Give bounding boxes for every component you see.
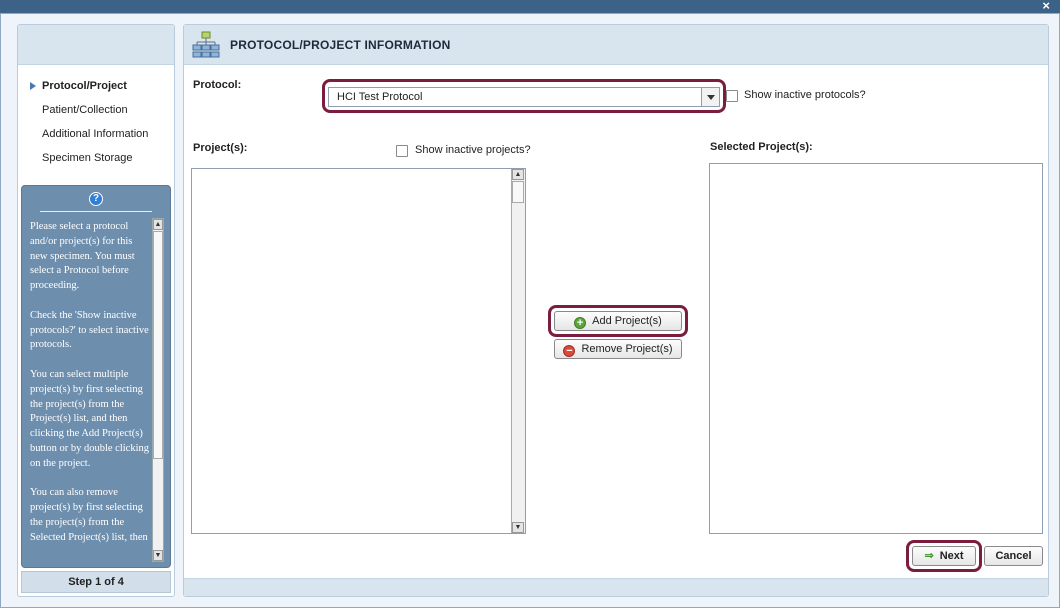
step-list: Protocol/Project Patient/Collection Addi… [18, 65, 174, 175]
chevron-down-icon[interactable] [701, 88, 719, 106]
protocol-select[interactable]: HCI Test Protocol [328, 87, 720, 107]
step-patient-collection[interactable]: Patient/Collection [28, 103, 174, 127]
step-specimen-storage[interactable]: Specimen Storage [28, 151, 174, 175]
scroll-down-icon[interactable]: ▼ [153, 550, 163, 561]
remove-projects-button[interactable]: − Remove Project(s) [554, 339, 682, 359]
show-inactive-projects-label: Show inactive projects? [415, 144, 531, 156]
scroll-up-icon[interactable]: ▲ [153, 219, 163, 230]
add-icon: + [574, 317, 587, 329]
page-title: PROTOCOL/PROJECT INFORMATION [230, 38, 451, 52]
help-scrollbar[interactable]: ▲ ▼ [152, 218, 164, 562]
sidebar-header [18, 25, 174, 65]
next-button[interactable]: ⇒ Next [912, 546, 976, 566]
show-inactive-protocols-checkbox[interactable] [726, 90, 738, 102]
scroll-up-icon[interactable]: ▲ [512, 169, 524, 180]
scrollbar-thumb[interactable] [153, 231, 163, 459]
help-panel: ? Please select a protocol and/or projec… [21, 185, 171, 568]
selected-projects-list[interactable] [709, 163, 1043, 534]
wizard-window: Protocol/Project Patient/Collection Addi… [0, 13, 1060, 608]
protocol-select-value: HCI Test Protocol [337, 91, 423, 103]
main-panel: PROTOCOL/PROJECT INFORMATION Protocol: H… [183, 24, 1049, 597]
show-inactive-protocols-label: Show inactive protocols? [744, 89, 866, 101]
step-additional-information[interactable]: Additional Information [28, 127, 174, 151]
scroll-down-icon[interactable]: ▼ [512, 522, 524, 533]
help-icon: ? [89, 192, 103, 206]
remove-icon: − [563, 345, 576, 357]
help-paragraph: You can also remove project(s) by first … [30, 487, 148, 543]
add-projects-button[interactable]: + Add Project(s) [554, 311, 682, 331]
next-label: Next [939, 550, 964, 562]
window-titlebar: × [0, 0, 1060, 13]
protocol-label: Protocol: [193, 79, 242, 91]
selected-projects-label: Selected Project(s): [710, 141, 813, 153]
add-projects-label: Add Project(s) [592, 315, 662, 327]
main-footer [184, 578, 1048, 596]
projects-label: Project(s): [193, 142, 248, 154]
help-text: Please select a protocol and/or project(… [30, 220, 150, 562]
show-inactive-projects-checkbox[interactable] [396, 145, 408, 157]
hierarchy-icon [192, 31, 220, 58]
projects-list-scrollbar[interactable]: ▲ ▼ [511, 169, 525, 533]
close-icon[interactable]: × [1042, 0, 1050, 13]
remove-projects-label: Remove Project(s) [581, 343, 673, 355]
help-paragraph: You can select multiple project(s) by fi… [30, 368, 149, 469]
wizard-sidebar: Protocol/Project Patient/Collection Addi… [17, 24, 175, 597]
step-indicator: Step 1 of 4 [21, 571, 171, 593]
help-paragraph: Check the 'Show inactive protocols?' to … [30, 309, 149, 351]
arrow-right-icon: ⇒ [924, 550, 934, 562]
help-divider [40, 211, 152, 212]
help-paragraph: Please select a protocol and/or project(… [30, 221, 135, 292]
main-header: PROTOCOL/PROJECT INFORMATION [184, 25, 1048, 65]
projects-list[interactable]: ▲ ▼ [191, 168, 526, 534]
scrollbar-thumb[interactable] [512, 181, 524, 203]
cancel-button[interactable]: Cancel [984, 546, 1043, 566]
step-protocol-project[interactable]: Protocol/Project [28, 79, 174, 103]
